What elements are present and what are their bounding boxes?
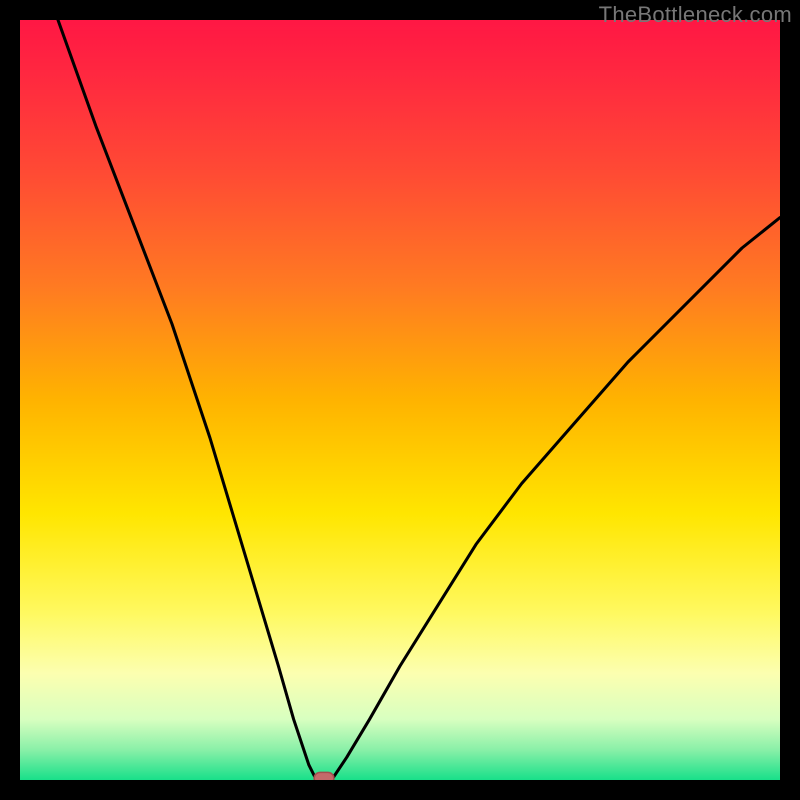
chart-svg — [20, 20, 780, 780]
chart-frame: TheBottleneck.com — [0, 0, 800, 800]
watermark-label: TheBottleneck.com — [599, 2, 792, 28]
optimal-point-marker — [314, 772, 334, 780]
plot-area — [20, 20, 780, 780]
